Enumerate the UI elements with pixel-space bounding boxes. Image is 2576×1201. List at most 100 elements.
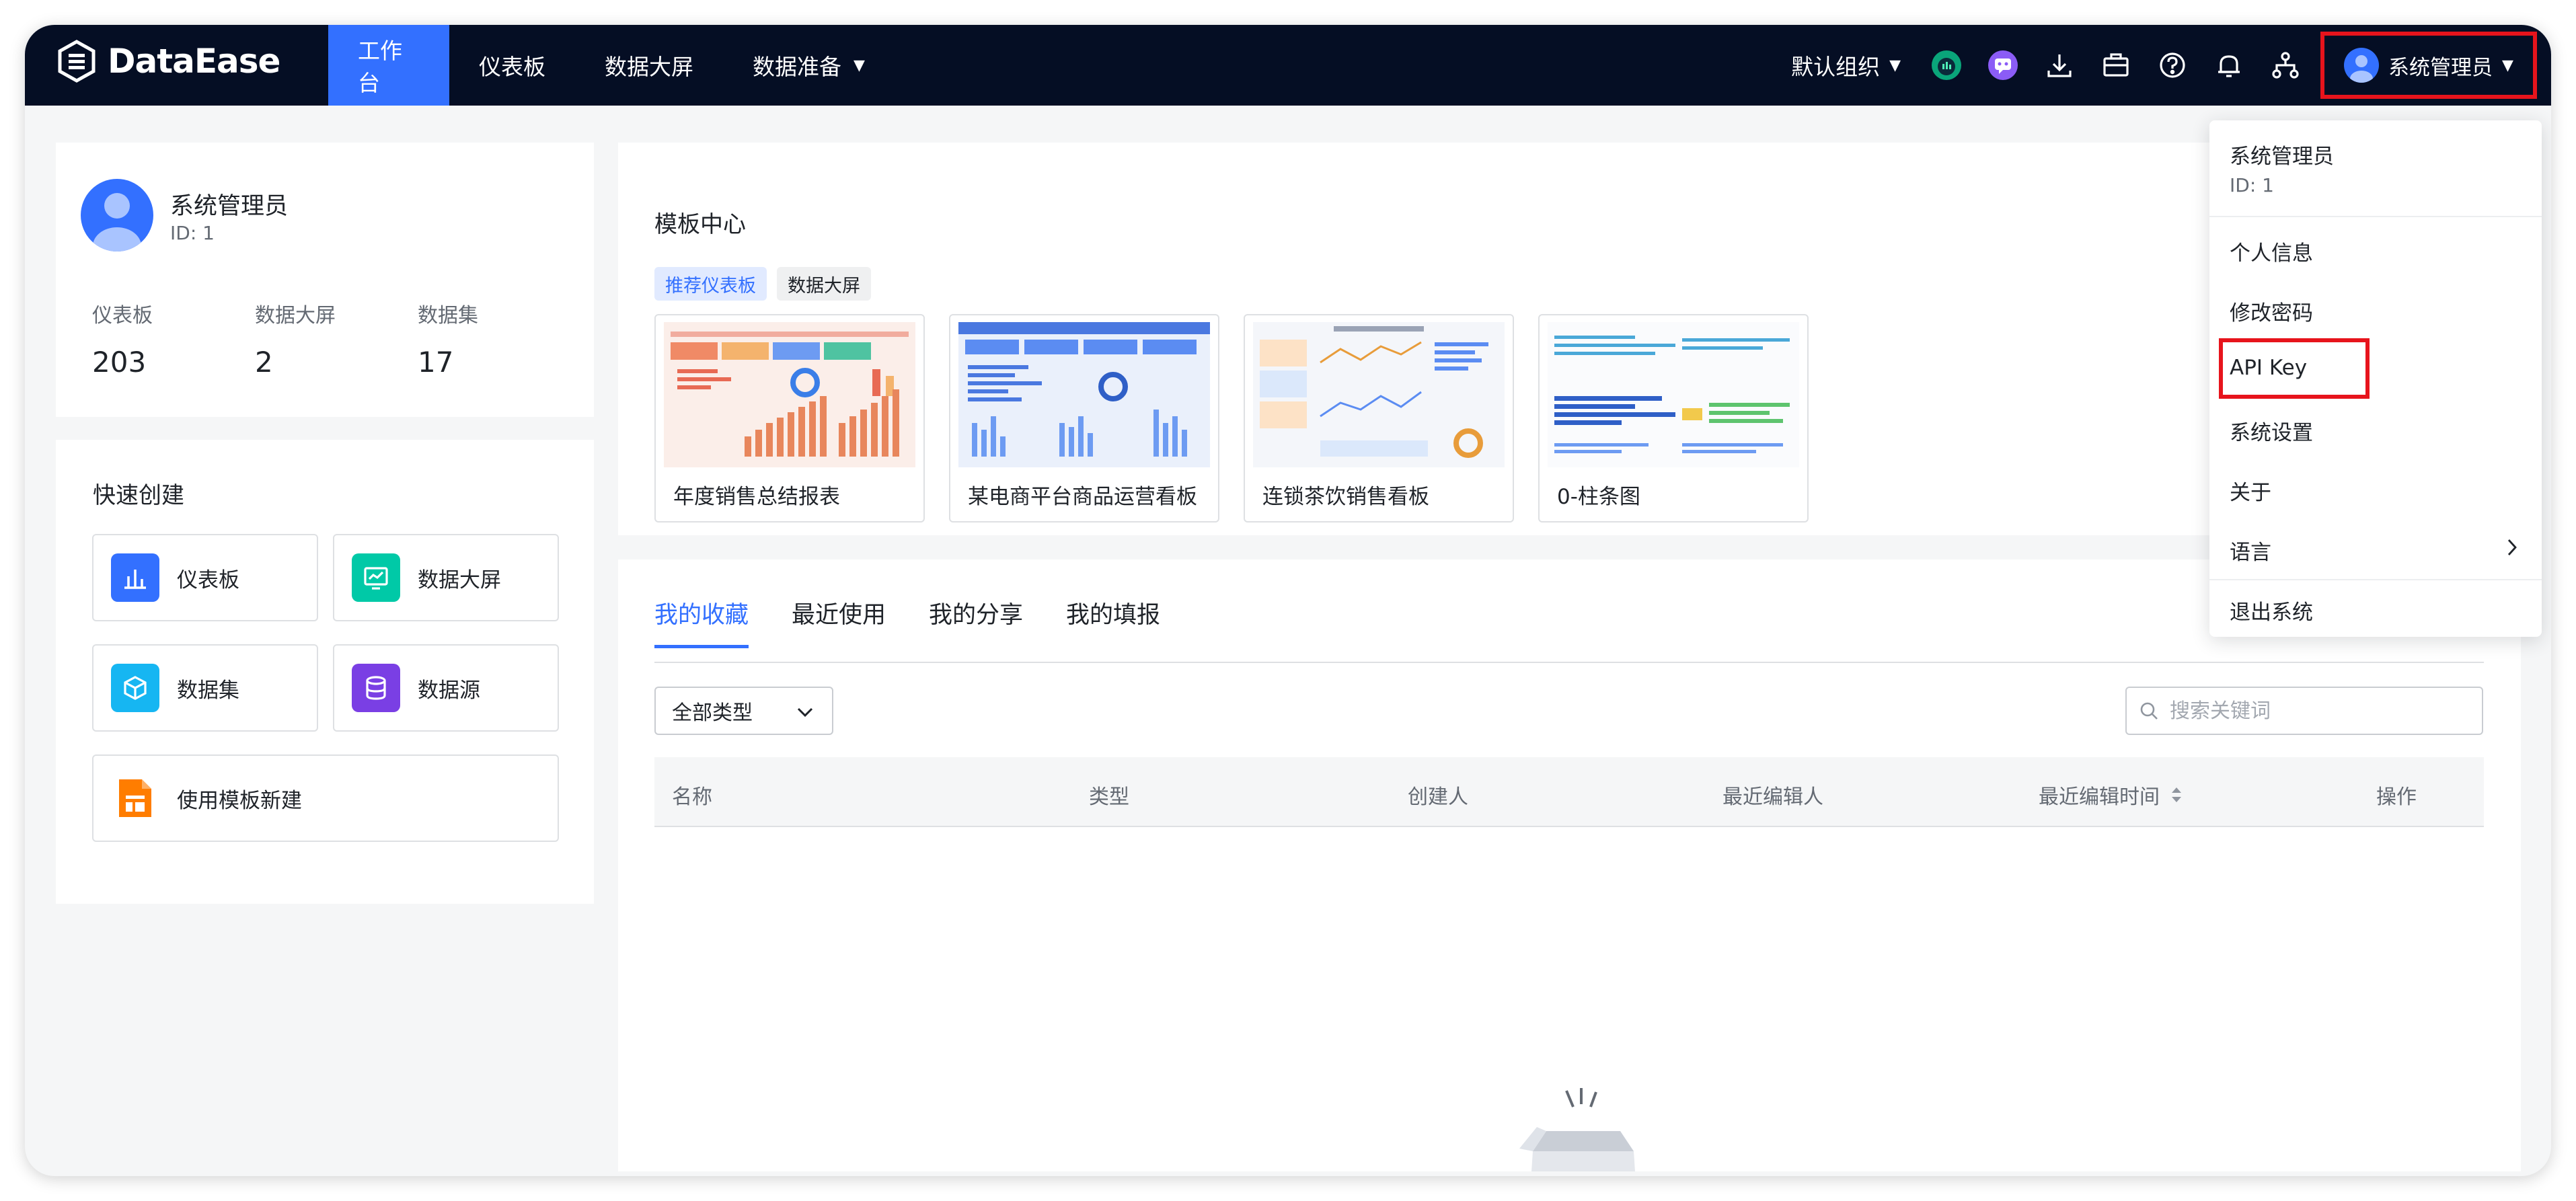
stat-label: 仪表板 [92,304,153,327]
download-icon[interactable] [2041,46,2078,84]
ai-assistant-icon[interactable] [1928,46,1965,84]
main-nav: 工作台 仪表板 数据大屏 数据准备 ▼ [328,25,895,106]
resource-list-card: 我的收藏 最近使用 我的分享 我的填报 全部类型 搜索关键词 名称 类型 创建人… [618,559,2521,1171]
profile-name: 系统管理员 [170,193,289,220]
help-icon[interactable] [2154,46,2191,84]
create-dataset-button[interactable]: 数据集 [92,644,318,732]
column-actions: 操作 [2376,785,2417,809]
tab-recent[interactable]: 最近使用 [792,596,886,647]
create-from-template-label: 使用模板新建 [177,788,302,813]
stat-dashboard[interactable]: 仪表板 203 [92,299,153,379]
create-data-screen-label: 数据大屏 [418,568,501,592]
user-avatar [2344,48,2380,83]
brand-name: DataEase [108,42,280,81]
tab-favorites[interactable]: 我的收藏 [654,596,749,648]
database-icon [352,664,400,712]
user-name-label: 系统管理员 [2388,55,2493,80]
menu-item-system-settings[interactable]: 系统设置 [2230,416,2526,446]
caret-down-icon: ▼ [2502,56,2513,74]
menu-item-change-password[interactable]: 修改密码 [2230,296,2526,326]
dataease-logo-icon [58,40,96,83]
template-card-tea-chain[interactable]: 连锁茶饮销售看板 [1244,314,1514,522]
column-type: 类型 [1089,785,1129,809]
column-name: 名称 [672,785,712,809]
template-card-bar-chart[interactable]: 0-柱条图 [1538,314,1809,522]
column-last-edit-time[interactable]: 最近编辑时间 [2039,780,2185,810]
menu-item-profile[interactable]: 个人信息 [2230,236,2526,266]
user-menu-trigger[interactable]: 系统管理员 ▼ [2320,32,2537,99]
briefcase-icon[interactable] [2097,46,2135,84]
tab-label: 我的分享 [929,602,1024,629]
create-data-screen-button[interactable]: 数据大屏 [333,534,559,621]
chevron-right-icon [2507,539,2517,555]
template-name: 连锁茶饮销售看板 [1262,485,1429,509]
brand-logo[interactable]: DataEase [55,40,280,83]
template-thumbnail [1548,322,1799,467]
menu-item-about[interactable]: 关于 [2230,475,2526,506]
dropdown-user-id: ID: 1 [2230,174,2274,196]
nav-data-screen-label: 数据大屏 [605,54,693,80]
template-name: 年度销售总结报表 [673,485,840,509]
nav-data-prep-label: 数据准备 [753,54,841,80]
nav-dashboard[interactable]: 仪表板 [449,25,575,106]
tab-divider [654,662,2484,663]
nav-workbench-label: 工作台 [358,38,402,96]
type-filter-select[interactable]: 全部类型 [654,687,833,735]
template-thumbnail [664,322,915,467]
tab-shared[interactable]: 我的分享 [929,596,1023,647]
template-icon [111,774,159,822]
search-input[interactable] [2168,698,2454,724]
column-creator: 创建人 [1408,785,1468,809]
search-box[interactable] [2125,687,2483,735]
stat-dataset[interactable]: 数据集 17 [418,299,478,379]
profile-avatar [81,179,153,251]
nav-data-screen[interactable]: 数据大屏 [575,25,723,106]
top-navbar: DataEase 工作台 仪表板 数据大屏 数据准备 ▼ 默认组织 ▼ 系统管理… [25,25,2551,106]
screen-icon [352,553,400,602]
create-dashboard-button[interactable]: 仪表板 [92,534,318,621]
tab-label: 最近使用 [792,602,886,629]
search-icon [2140,702,2158,720]
app-window: DataEase 工作台 仪表板 数据大屏 数据准备 ▼ 默认组织 ▼ 系统管理… [25,25,2551,1176]
menu-divider [2209,216,2542,217]
menu-item-language-label: 语言 [2230,541,2271,565]
user-dropdown-menu: 系统管理员 ID: 1 个人信息 修改密码 API Key 系统设置 关于 语言… [2209,120,2542,637]
tab-label: 我的收藏 [654,602,749,629]
quick-create-title: 快速创建 [93,482,184,509]
template-center-title: 模板中心 [654,211,746,238]
menu-item-logout[interactable]: 退出系统 [2230,595,2526,625]
template-tab-label: 数据大屏 [788,275,860,297]
create-dashboard-label: 仪表板 [177,568,239,592]
cube-icon [111,664,159,712]
resource-tabs: 我的收藏 最近使用 我的分享 我的填报 [654,596,1203,648]
create-datasource-label: 数据源 [418,678,480,703]
caret-down-icon: ▼ [854,56,865,74]
stat-value: 203 [92,346,147,379]
template-tab-dashboard[interactable]: 推荐仪表板 [654,267,767,301]
create-datasource-button[interactable]: 数据源 [333,644,559,732]
top-right-tools: 默认组织 ▼ 系统管理员 ▼ [1791,25,2551,106]
nav-workbench[interactable]: 工作台 [328,25,449,106]
chat-bot-icon[interactable] [1984,46,2022,84]
menu-item-language[interactable]: 语言 [2230,535,2526,566]
bell-icon[interactable] [2210,46,2248,84]
profile-card: 系统管理员 ID: 1 仪表板 203 数据大屏 2 数据集 17 [56,143,594,417]
template-tab-label: 推荐仪表板 [665,275,756,297]
stat-data-screen[interactable]: 数据大屏 2 [255,299,336,379]
dropdown-user-name: 系统管理员 [2230,145,2334,169]
template-card-ecommerce-ops[interactable]: 某电商平台商品运营看板 [949,314,1219,522]
template-thumbnail [958,322,1210,467]
org-switcher[interactable]: 默认组织 ▼ [1791,49,1901,81]
menu-divider [2209,579,2542,580]
template-card-annual-sales[interactable]: 年度销售总结报表 [654,314,925,522]
quick-create-card: 快速创建 仪表板 数据大屏 数据集 数据源 使用模板新建 [56,440,594,904]
nav-data-prep[interactable]: 数据准备 ▼ [723,25,895,106]
template-tab-screen[interactable]: 数据大屏 [777,267,871,301]
api-key-highlight-box [2219,338,2370,399]
tab-fill[interactable]: 我的填报 [1066,596,1160,647]
org-structure-icon[interactable] [2267,46,2304,84]
create-from-template-button[interactable]: 使用模板新建 [92,754,559,842]
stat-label: 数据集 [418,304,478,327]
org-label: 默认组织 [1791,54,1881,80]
tab-label: 我的填报 [1066,602,1161,629]
